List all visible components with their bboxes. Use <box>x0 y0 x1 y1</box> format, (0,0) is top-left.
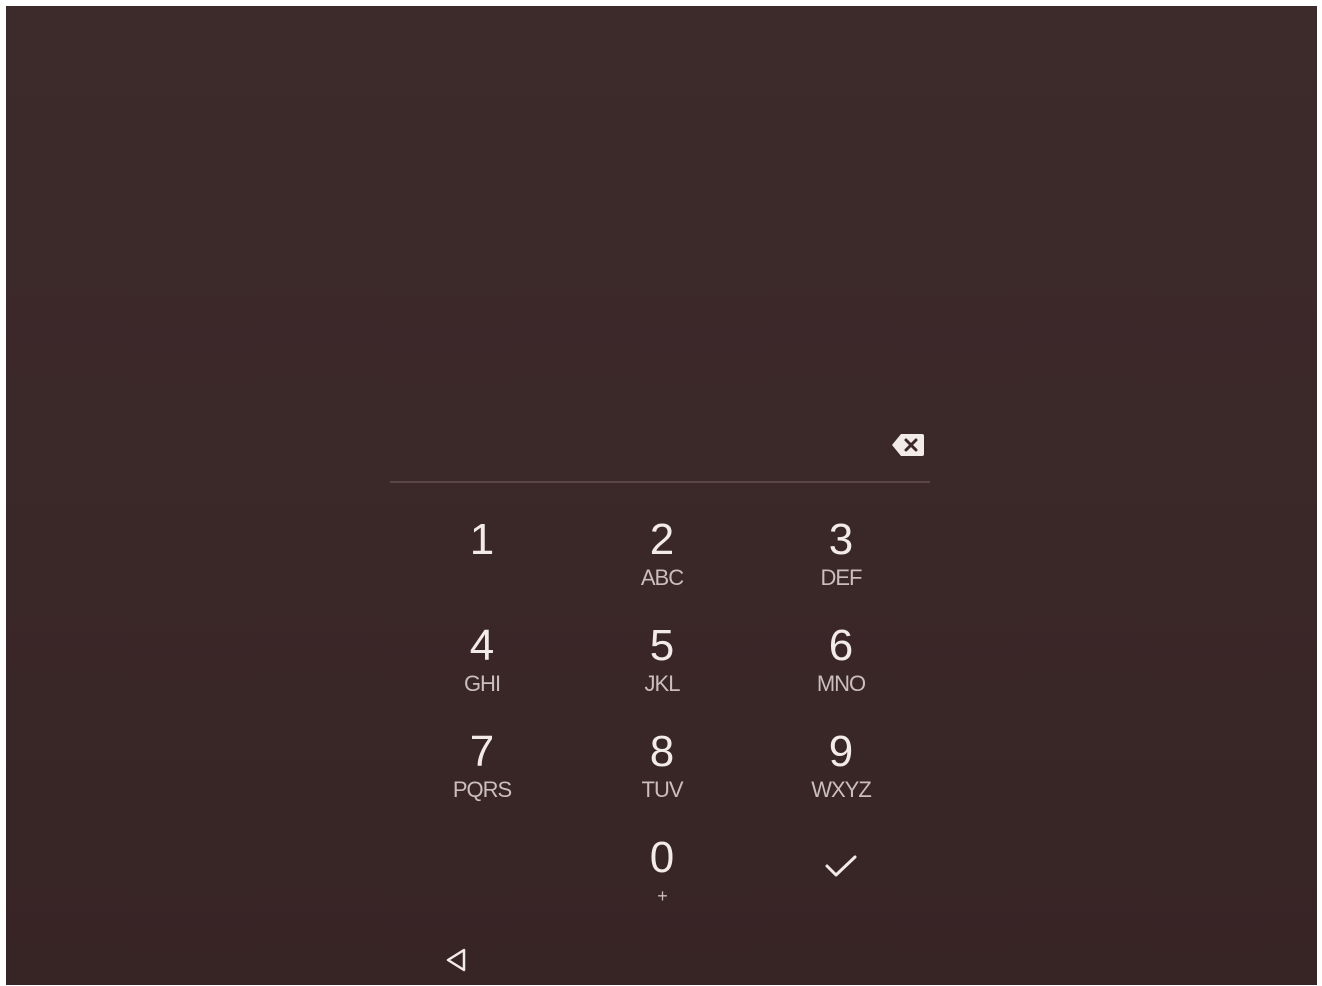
key-6[interactable]: 6 MNO <box>781 612 901 708</box>
back-triangle-icon <box>446 948 466 972</box>
key-0[interactable]: 0 + <box>602 824 722 920</box>
key-digit: 0 <box>649 833 675 882</box>
key-2[interactable]: 2 ABC <box>602 506 722 602</box>
key-digit: 6 <box>828 621 854 670</box>
confirm-button[interactable] <box>781 818 901 914</box>
back-button[interactable] <box>436 940 476 980</box>
pin-underline <box>390 481 930 483</box>
key-digit: 8 <box>649 727 675 776</box>
key-5[interactable]: 5 JKL <box>602 612 722 708</box>
key-letters: TUV <box>641 777 684 802</box>
key-letters: PQRS <box>452 777 512 802</box>
key-8[interactable]: 8 TUV <box>602 718 722 814</box>
pin-entry-area <box>390 411 930 483</box>
lock-screen: 1 2 ABC 3 DEF 4 GHI 5 JKL 6 MNO 7 PQRS 8 <box>6 6 1317 985</box>
key-digit: 9 <box>828 727 854 776</box>
key-7[interactable]: 7 PQRS <box>422 718 542 814</box>
key-letters: MNO <box>816 671 866 696</box>
key-digit: 4 <box>469 621 495 670</box>
key-letters: JKL <box>644 671 681 696</box>
key-letters: + <box>657 886 667 906</box>
key-digit: 2 <box>649 515 675 564</box>
key-letters: DEF <box>820 565 863 590</box>
key-1[interactable]: 1 <box>422 506 542 602</box>
checkmark-icon <box>825 855 857 877</box>
key-digit: 7 <box>469 727 495 776</box>
key-letters: WXYZ <box>811 777 872 802</box>
key-letters: GHI <box>463 671 501 696</box>
key-digit: 3 <box>828 515 854 564</box>
key-3[interactable]: 3 DEF <box>781 506 901 602</box>
key-9[interactable]: 9 WXYZ <box>781 718 901 814</box>
key-4[interactable]: 4 GHI <box>422 612 542 708</box>
delete-button[interactable] <box>886 427 930 463</box>
key-letters: ABC <box>640 565 684 590</box>
key-digit: 5 <box>649 621 675 670</box>
pin-entry-field[interactable] <box>390 411 870 479</box>
key-digit: 1 <box>469 515 495 564</box>
backspace-icon <box>892 434 924 456</box>
